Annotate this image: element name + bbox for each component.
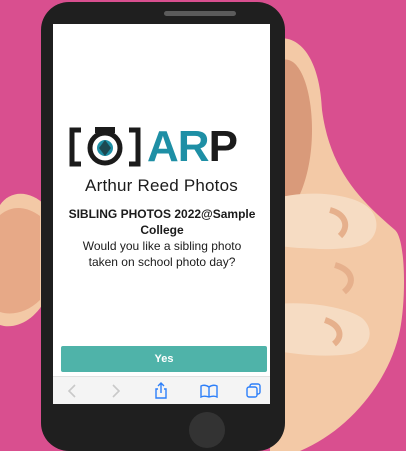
event-headline: SIBLING PHOTOS 2022@Sample College [68,207,256,237]
browser-toolbar [53,376,270,404]
tabs-icon[interactable] [245,382,263,400]
logo-letter: P [208,122,238,171]
forward-icon[interactable] [107,382,125,400]
logo-letter: A [147,122,179,171]
arp-logo: ARP [69,124,255,170]
brand-name: Arthur Reed Photos [85,176,238,195]
share-icon[interactable] [152,382,170,400]
phone-speaker [164,11,236,16]
question-text: Would you like a sibling photo taken on … [82,239,242,269]
logo-text: ARP [147,122,238,171]
logo-letter: R [177,122,210,171]
yes-button[interactable]: Yes [61,346,267,372]
phone-screen: ARP Arthur Reed Photos SIBLING PHOTOS 20… [53,24,270,404]
bookmarks-icon[interactable] [200,382,218,400]
back-icon[interactable] [63,382,81,400]
home-button[interactable] [189,412,225,448]
